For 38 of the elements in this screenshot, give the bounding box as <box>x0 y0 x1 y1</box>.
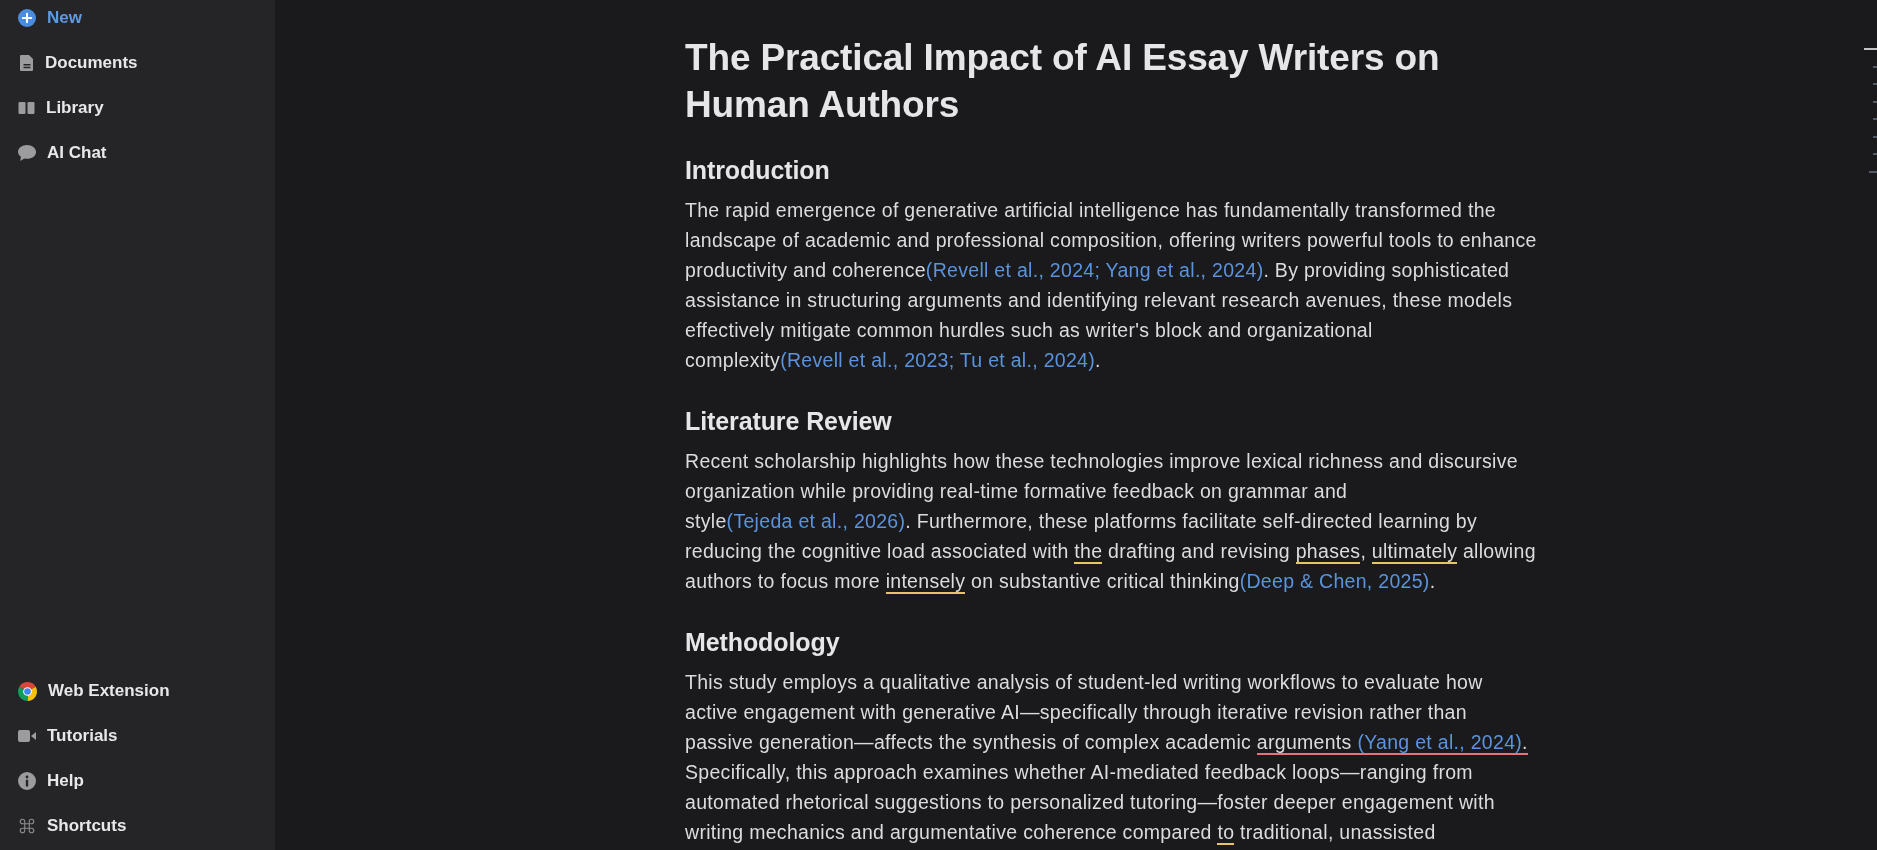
citation-link[interactable]: (Revell et al., 2024; Yang et al., 2024) <box>925 259 1264 281</box>
ring-logo-icon <box>18 681 37 701</box>
video-camera-icon <box>18 730 36 742</box>
flagged-word[interactable]: the <box>1074 540 1103 564</box>
command-key-icon <box>18 817 36 835</box>
paragraph: The rapid emergence of generative artificial intelligence has fundamentally transformed the landscape of academic and professional composition, offering writers powerful tools to enhance productivity and coherence(Revell et al., 2024; Yang et al., 2024). By providing sophisticated assistance in structuring arguments and identifying relevant research avenues, these models effectively mitigate common hurdles such as writer's block and organizational complexity(Revell et al., 2023; Tu et al., 2024). <box>685 198 1537 373</box>
sidebar-item[interactable]: Tutorials <box>18 718 118 754</box>
outline-mark[interactable] <box>1873 100 1877 103</box>
citation-link[interactable]: (Yang et al., 2024) <box>1357 731 1523 753</box>
section-heading: Introduction <box>685 155 830 186</box>
sidebar-item[interactable]: Documents <box>18 45 138 81</box>
outline-mark[interactable] <box>1869 170 1877 173</box>
sidebar-item[interactable]: AI Chat <box>18 135 107 171</box>
outline-mark[interactable] <box>1873 135 1877 138</box>
outline-mark[interactable] <box>1873 65 1877 68</box>
sidebar-item[interactable]: New <box>18 0 82 36</box>
sidebar-item[interactable]: Web Extension <box>18 673 170 709</box>
section-heading: Literature Review <box>685 406 892 437</box>
flagged-word[interactable]: ultimately <box>1371 540 1458 564</box>
book-icon <box>18 102 35 114</box>
sidebar-item[interactable]: Help <box>18 763 84 799</box>
document-title: The Practical Impact of AI Essay Writers on Human Authors <box>685 36 1441 127</box>
paragraph: This study employs a qualitative analysis of student-led writing workflows to evaluate how active engagement with generative AI—specifically through iterative revision rather than passive generation—affects the synthesis of complex academic arguments (Yang et al., 2024). Specifically, this approach examines whether AI-mediated feedback loops—ranging from automated rhetorical suggestions to personalized tutoring—foster deeper engagement with writing mechanics and argumentative coherence compared to traditional, unassisted <box>685 670 1529 847</box>
flagged-phrase[interactable]: arguments (Yang et al., 2024). <box>1256 731 1528 755</box>
section-heading: Methodology <box>685 627 840 658</box>
info-icon <box>18 772 36 790</box>
citation-link[interactable]: (Revell et al., 2023; Tu et al., 2024) <box>780 349 1096 371</box>
chat-bubble-icon <box>18 145 36 161</box>
flagged-word[interactable]: phases <box>1295 540 1361 564</box>
sidebar-item[interactable]: Shortcuts <box>18 808 127 844</box>
document-icon <box>18 55 34 71</box>
plus-circle-icon <box>18 9 36 27</box>
citation-link[interactable]: (Deep & Chen, 2025) <box>1239 570 1430 592</box>
flagged-word[interactable]: intensely <box>885 570 966 594</box>
flagged-word[interactable]: to <box>1217 821 1235 845</box>
paragraph: Recent scholarship highlights how these technologies improve lexical richness and discursive organization while providing real-time formative feedback on grammar and style(Tejeda et al., 2026). Furthermore, these platforms facilitate self-directed learning by reducing the cognitive load associated with the drafting and revising phases, ultimately allowing authors to focus more intensely on substantive critical thinking(Deep & Chen, 2025). <box>685 449 1537 596</box>
citation-link[interactable]: (Tejeda et al., 2026) <box>726 510 906 532</box>
sidebar-item[interactable]: Library <box>18 90 104 126</box>
